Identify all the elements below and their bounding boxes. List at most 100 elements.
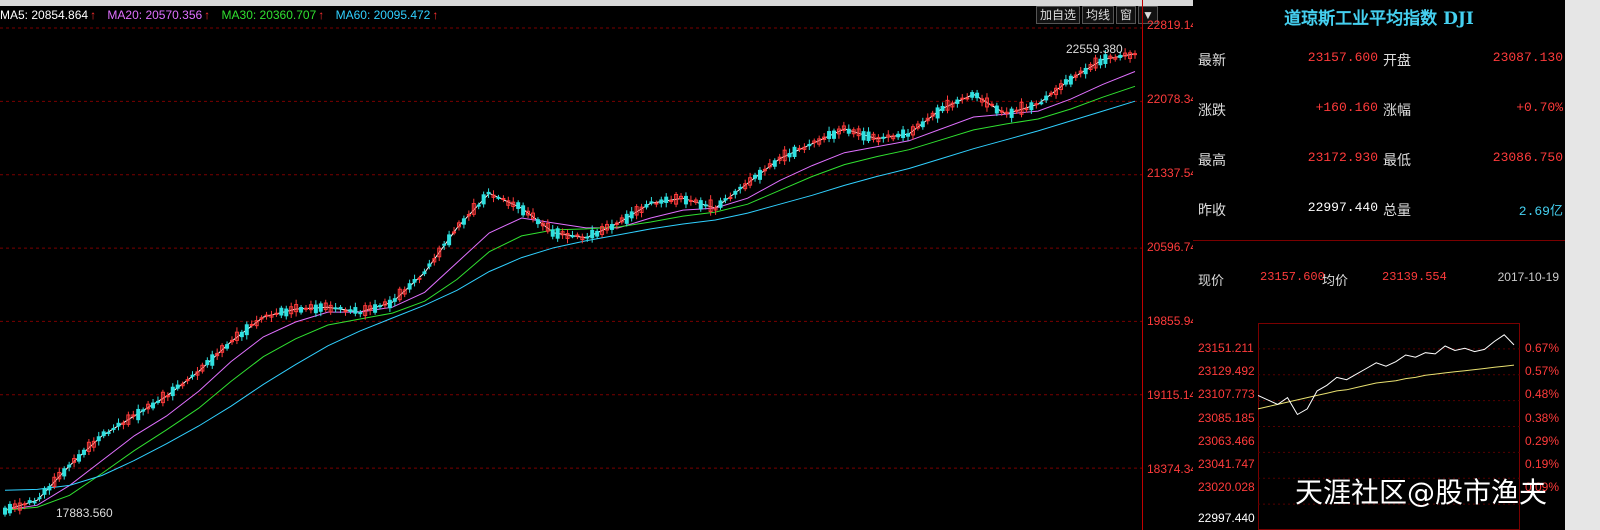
- candle-body: [723, 198, 728, 201]
- candle-body: [417, 277, 422, 280]
- candle-body: [1083, 67, 1088, 75]
- panel-title: 道琼斯工业平均指数 DJI: [1284, 9, 1474, 29]
- candle-body: [535, 219, 540, 225]
- y-tick: 20596.74: [1147, 240, 1198, 254]
- quote-label: 开盘: [1383, 52, 1411, 68]
- candle-body: [960, 97, 965, 100]
- candle-body: [387, 299, 392, 309]
- kline-chart[interactable]: [0, 20, 1142, 530]
- candle-body: [284, 308, 289, 317]
- candle-body: [392, 298, 397, 302]
- candle-body: [1133, 53, 1137, 56]
- y-tick: 18374.34: [1147, 462, 1198, 476]
- candle-body: [343, 310, 348, 313]
- ma30-line: [4, 85, 1136, 511]
- candle-body: [683, 195, 688, 205]
- candle-body: [994, 105, 999, 114]
- candle-body: [955, 99, 960, 104]
- candle-body: [249, 323, 254, 326]
- candle-body: [42, 488, 47, 495]
- chart-toolbar: 加自选 均线 窗 ▼: [1036, 6, 1158, 24]
- candle-body: [481, 194, 486, 205]
- candle-body: [447, 234, 452, 246]
- quote-label: 涨幅: [1383, 102, 1411, 118]
- date-label: 2017-10-19: [1497, 270, 1559, 284]
- candle-body: [970, 92, 975, 98]
- candle-body: [896, 133, 901, 138]
- candle-body: [452, 231, 457, 234]
- candle-body: [37, 497, 42, 500]
- y-tick: 22819.14: [1147, 18, 1198, 32]
- candle-body: [1044, 95, 1049, 101]
- candle-body: [299, 306, 304, 313]
- intraday-left-axis: 23151.211 23129.492 23107.773 23085.185 …: [1193, 323, 1255, 530]
- window-button[interactable]: 窗: [1116, 6, 1137, 24]
- avg-value: 23139.554: [1382, 270, 1447, 284]
- candle-body: [718, 200, 723, 208]
- candle-body: [486, 191, 491, 195]
- candle-body: [318, 303, 323, 312]
- candle-body: [373, 304, 378, 313]
- avg-line-button[interactable]: 均线: [1082, 6, 1115, 24]
- now-label: 现价: [1198, 273, 1225, 288]
- avg-label: 均价: [1322, 273, 1349, 288]
- candle-body: [378, 305, 383, 308]
- candle-body: [67, 464, 72, 468]
- candle-body: [688, 199, 693, 202]
- candle-body: [101, 431, 106, 437]
- candle-body: [1049, 92, 1054, 95]
- quote-label: 涨跌: [1198, 102, 1226, 118]
- add-watchlist-button[interactable]: 加自选: [1036, 6, 1081, 24]
- candle-body: [590, 229, 595, 239]
- quote-value: +160.160: [1315, 100, 1378, 115]
- ma60-line: [4, 100, 1136, 491]
- y-axis: 22819.14 22078.34 21337.54 20596.74 1985…: [1143, 0, 1197, 530]
- candle-body: [22, 503, 27, 506]
- quote-row-latest: 最新 23157.600 开盘 23087.130: [1198, 50, 1568, 70]
- candle-body: [1098, 58, 1103, 66]
- intraday-header: 现价 23157.600 均价 23139.554 2017-10-19: [1198, 270, 1564, 288]
- candle-body: [353, 307, 358, 314]
- candle-body: [244, 324, 249, 336]
- intraday-avg-line: [1258, 364, 1515, 410]
- intraday-pct-tick: 0.19%: [1525, 457, 1560, 471]
- candle-body: [111, 427, 116, 430]
- candle-body: [155, 400, 160, 403]
- candle-body: [427, 263, 432, 267]
- quote-label: 最低: [1383, 152, 1411, 168]
- quote-row-high-low: 最高 23172.930 最低 23086.750: [1198, 150, 1568, 170]
- y-tick: 22078.34: [1147, 92, 1198, 106]
- candle-body: [151, 402, 156, 409]
- quote-value: 2.69亿: [1518, 204, 1563, 219]
- candle-body: [7, 503, 12, 514]
- candle-body: [407, 283, 412, 290]
- intraday-pct-tick: 0.57%: [1525, 364, 1560, 378]
- candle-body: [585, 236, 590, 239]
- candle-body: [570, 235, 575, 238]
- candle-body: [733, 190, 738, 195]
- y-tick: 19855.94: [1147, 314, 1198, 328]
- candle-body: [940, 105, 945, 112]
- candle-body: [136, 408, 141, 421]
- candle-body: [1024, 108, 1029, 111]
- panel-scrollbar[interactable]: [1565, 0, 1600, 530]
- intraday-pct-tick: 0.29%: [1525, 434, 1560, 448]
- quote-label: 昨收: [1198, 202, 1226, 218]
- candle-body: [609, 224, 614, 230]
- intraday-pct-tick: 0.48%: [1525, 387, 1560, 401]
- candle-body: [516, 202, 521, 209]
- candle-body: [313, 304, 318, 314]
- candle-body: [210, 354, 215, 366]
- candle-body: [989, 103, 994, 106]
- quote-value: 22997.440: [1307, 200, 1378, 215]
- candle-body: [190, 374, 195, 377]
- candle-body: [664, 196, 669, 203]
- candle-body: [461, 218, 466, 225]
- quote-value: 23087.130: [1492, 50, 1563, 65]
- ma5-line: [4, 53, 1136, 511]
- candle-body: [1039, 102, 1044, 105]
- candle-body: [624, 213, 629, 224]
- intraday-price-tick: 23151.211: [1198, 341, 1254, 355]
- high-price-marker: 22559.380: [1066, 42, 1123, 56]
- candle-body: [772, 160, 777, 167]
